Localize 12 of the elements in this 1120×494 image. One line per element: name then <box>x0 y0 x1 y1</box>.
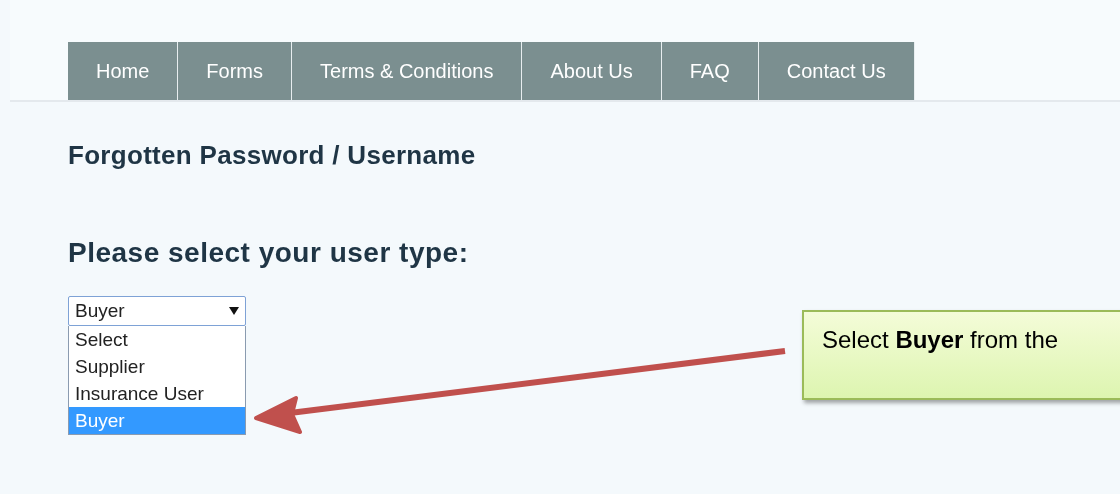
callout-text: Select Buyer from the <box>822 326 1059 353</box>
nav-tab[interactable]: Home <box>68 42 179 100</box>
nav-tab[interactable]: Contact Us <box>758 42 915 100</box>
nav-tab[interactable]: About Us <box>522 42 662 100</box>
user-type-prompt: Please select your user type: <box>68 237 470 269</box>
nav-tab[interactable]: FAQ <box>661 42 759 100</box>
dropdown-option[interactable]: Buyer <box>69 407 245 434</box>
nav-tab[interactable]: Terms & Conditions <box>292 42 523 100</box>
page-title: Forgotten Password / Username <box>68 140 477 171</box>
nav-tab[interactable]: Forms <box>178 42 293 100</box>
caret-icon <box>229 307 239 315</box>
user-type-select[interactable]: Buyer <box>68 296 246 326</box>
